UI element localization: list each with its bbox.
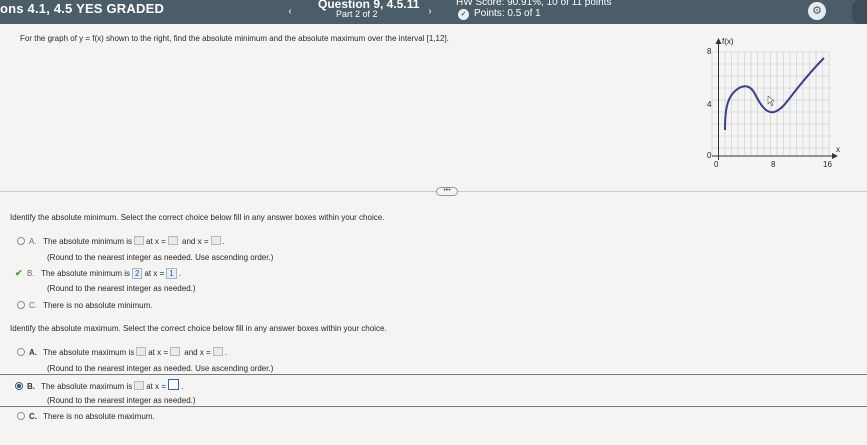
- points-status-icon: ✓: [458, 9, 469, 20]
- correct-check-icon: ✔: [15, 268, 23, 278]
- section-divider: [0, 191, 867, 192]
- radio-button[interactable]: [17, 412, 25, 420]
- x-tick-label: 0: [714, 160, 719, 169]
- selection-top-border: [0, 374, 867, 375]
- minimum-prompt: Identify the absolute minimum. Select th…: [10, 213, 385, 222]
- minimum-option-a-note: (Round to the nearest integer as needed.…: [47, 253, 274, 262]
- answer-box[interactable]: [134, 381, 145, 390]
- y-axis-label: f(x): [722, 37, 734, 46]
- minimum-option-b-note: (Round to the nearest integer as needed.…: [47, 284, 196, 293]
- answer-box[interactable]: [167, 236, 178, 245]
- minimum-option-b[interactable]: ✔ B. The absolute minimum is 2 at x = 1.: [15, 268, 181, 279]
- side-panel-tab[interactable]: [852, 0, 867, 24]
- graph-grid: [711, 51, 830, 157]
- maximum-option-a-note: (Round to the nearest integer as needed.…: [47, 364, 274, 373]
- answer-box[interactable]: [210, 236, 221, 245]
- maximum-option-b[interactable]: B. The absolute maximum is at x =.: [15, 379, 183, 391]
- answer-box-active[interactable]: [168, 379, 180, 390]
- next-question-button[interactable]: ›: [422, 4, 438, 20]
- y-axis-arrow: [715, 38, 722, 44]
- top-bar: ons 4.1, 4.5 YES GRADED ‹ Question 9, 4.…: [0, 0, 867, 24]
- x-tick-label: 16: [823, 160, 832, 169]
- minimum-option-c[interactable]: C. There is no absolute minimum.: [17, 301, 152, 310]
- answer-value: 1: [166, 268, 177, 279]
- hw-score: HW Score: 90.91%, 10 of 11 points: [456, 0, 612, 8]
- points-score: Points: 0.5 of 1: [474, 8, 541, 19]
- y-tick-label: 4: [707, 100, 712, 109]
- y-tick-label: 8: [707, 47, 712, 56]
- part-indicator: Part 2 of 2: [336, 9, 378, 19]
- answer-value: 2: [132, 268, 143, 279]
- mouse-cursor-icon: [767, 95, 775, 107]
- answer-box[interactable]: [170, 347, 181, 356]
- y-tick-label: 0: [707, 151, 712, 160]
- x-axis-label: x: [836, 145, 840, 154]
- radio-button[interactable]: [17, 301, 25, 309]
- function-graph: f(x) x 8 4 0 0 8 16: [707, 37, 840, 169]
- radio-button[interactable]: [17, 348, 25, 356]
- maximum-option-c[interactable]: C. There is no absolute maximum.: [17, 412, 155, 421]
- settings-gear-icon[interactable]: ⚙: [808, 2, 826, 20]
- expand-more-button[interactable]: •••: [436, 187, 458, 196]
- selection-bottom-border: [0, 406, 867, 407]
- previous-question-button[interactable]: ‹: [282, 4, 298, 20]
- answer-box[interactable]: [212, 347, 223, 356]
- question-text: For the graph of y = f(x) shown to the r…: [20, 34, 449, 43]
- x-tick-label: 8: [771, 160, 776, 169]
- minimum-option-a[interactable]: A. The absolute minimum is at x = and x =…: [17, 236, 225, 246]
- assignment-title: ons 4.1, 4.5 YES GRADED: [0, 1, 165, 16]
- radio-button[interactable]: [17, 237, 25, 245]
- maximum-option-b-note: (Round to the nearest integer as needed.…: [47, 396, 196, 405]
- answer-box[interactable]: [136, 347, 147, 356]
- maximum-option-a[interactable]: A. The absolute maximum is at x = and x =…: [17, 347, 227, 357]
- function-curve: [724, 57, 825, 131]
- maximum-prompt: Identify the absolute maximum. Select th…: [10, 324, 387, 333]
- radio-button-selected[interactable]: [15, 382, 23, 390]
- answer-box[interactable]: [134, 236, 144, 245]
